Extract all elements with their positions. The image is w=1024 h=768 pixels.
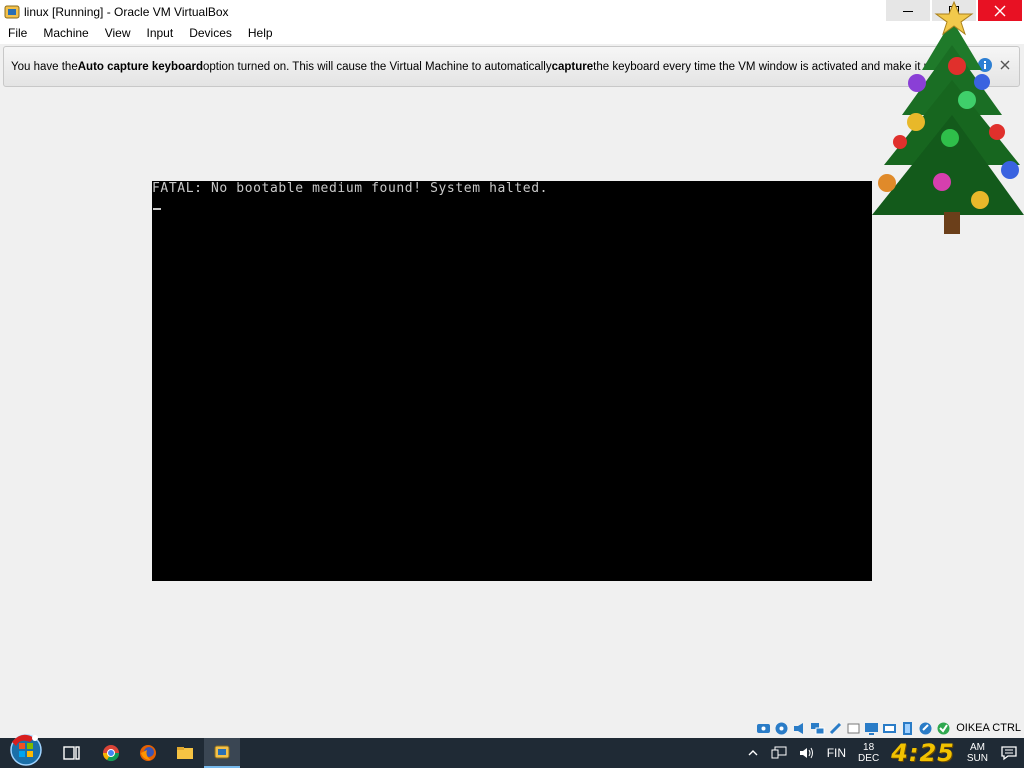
christmas-tree-gadget [872,0,1024,234]
menu-input[interactable]: Input [139,23,182,44]
status-icons [756,721,951,736]
network-tray-icon[interactable] [771,746,787,760]
ampm-label: AM [969,742,985,753]
display-icon[interactable] [864,721,879,736]
virtualization-icon[interactable] [900,721,915,736]
firefox-icon [140,745,156,761]
chrome-taskbar-button[interactable] [93,738,129,768]
menu-view[interactable]: View [97,23,139,44]
task-view-button[interactable] [54,738,90,768]
date-display[interactable]: 18 DEC [858,742,879,764]
video-capture-icon[interactable] [882,721,897,736]
ampm-weekday: AM SUN [967,742,988,764]
start-button-icon[interactable] [8,732,44,768]
chevron-up-icon[interactable] [747,747,759,759]
notice-bold-2: capture [551,60,594,73]
host-key-label: OIKEA CTRL [956,722,1021,734]
task-view-icon [63,746,80,760]
weekday-label: SUN [966,753,988,764]
virtualbox-icon [4,5,20,18]
notice-bold-1: Auto capture keyboard [77,60,203,73]
usb-icon[interactable] [828,721,843,736]
shared-folders-icon[interactable] [846,721,861,736]
input-language[interactable]: FIN [827,746,846,760]
network-icon[interactable] [810,721,825,736]
menu-machine[interactable]: Machine [35,23,96,44]
boot-error-message: FATAL: No bootable medium found! System … [152,181,549,196]
optical-disk-icon[interactable] [774,721,789,736]
hard-disk-icon[interactable] [756,721,771,736]
notice-text-2: option turned on. This will cause the Vi… [202,60,552,73]
date-month: DEC [858,753,880,764]
firefox-taskbar-button[interactable] [130,738,166,768]
vm-display[interactable]: FATAL: No bootable medium found! System … [152,181,872,581]
virtualbox-taskbar-icon [214,745,230,759]
menu-devices[interactable]: Devices [181,23,240,44]
text-cursor [153,208,161,210]
status-bar: OIKEA CTRL [0,718,1024,738]
taskbar: FIN 18 DEC 4:25 AM SUN [0,734,1024,768]
mouse-integration-icon[interactable] [918,721,933,736]
system-tray: FIN 18 DEC 4:25 AM SUN [741,738,1024,768]
notice-text-1: You have the [11,60,78,73]
audio-icon[interactable] [792,721,807,736]
window-title: linux [Running] - Oracle VM VirtualBox [24,4,229,19]
menu-file[interactable]: File [0,23,35,44]
chrome-icon [102,745,120,762]
action-center-icon[interactable] [1000,745,1018,761]
file-explorer-taskbar-button[interactable] [167,738,203,768]
menu-help[interactable]: Help [240,23,281,44]
virtualbox-taskbar-button[interactable] [204,738,240,768]
folder-icon [177,747,193,759]
date-day: 18 [863,742,875,753]
clock-time[interactable]: 4:25 [891,739,955,767]
volume-icon[interactable] [799,746,815,760]
keyboard-capture-icon[interactable] [936,721,951,736]
